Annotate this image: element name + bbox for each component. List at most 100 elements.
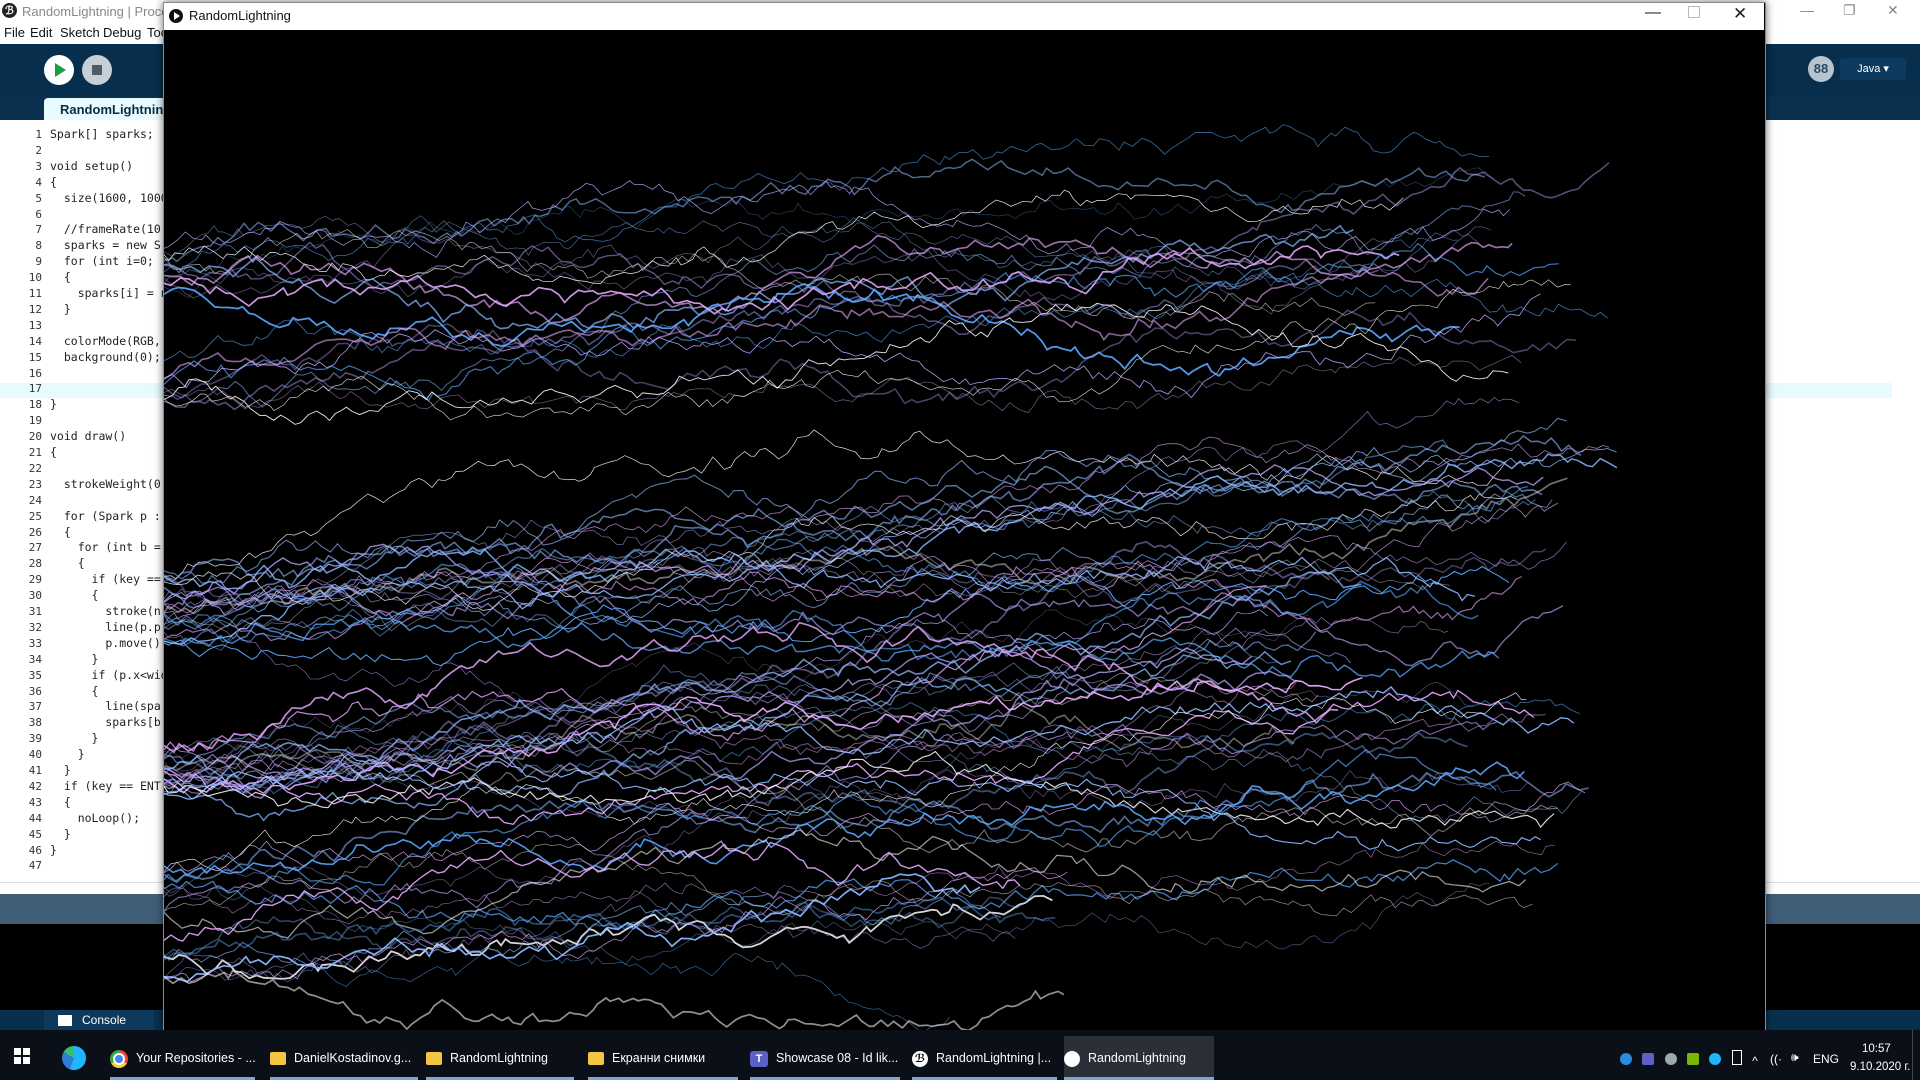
line-number: 28 [28, 557, 42, 571]
line-number: 18 [28, 398, 42, 412]
processing-icon: ℬ [2, 3, 17, 18]
taskbar-item[interactable]: T Showcase 08 - Id lik... [750, 1036, 900, 1080]
code-line: sparks = new S [50, 238, 161, 253]
code-line: line(spa [50, 699, 161, 714]
menu-edit[interactable]: Edit [30, 25, 52, 40]
sketch-titlebar[interactable] [164, 3, 1764, 30]
lightning-bolt [164, 446, 1617, 625]
line-number: 42 [28, 779, 42, 793]
close-icon[interactable]: ✕ [1887, 2, 1899, 19]
line-number: 11 [28, 287, 42, 300]
stop-button[interactable] [82, 55, 112, 85]
taskbar-item[interactable]: Екранни снимки [588, 1036, 738, 1080]
line-number: 22 [28, 461, 42, 475]
taskbar-item-label: DanielKostadinov.g... [294, 1051, 412, 1065]
menu-debug[interactable]: Debug [103, 25, 141, 40]
line-number: 47 [28, 859, 42, 873]
volume-icon[interactable]: 🕪 [1791, 1050, 1799, 1065]
code-line: } [50, 731, 99, 746]
tab-randomlightning[interactable]: RandomLightning [44, 98, 172, 120]
line-number: 20 [28, 430, 42, 444]
line-number: 35 [28, 668, 42, 682]
console-tab[interactable]: Console [44, 1010, 154, 1030]
line-number: 33 [28, 636, 42, 650]
code-line: { [50, 445, 57, 459]
code-line: stroke(n [50, 604, 161, 618]
code-line: { [50, 174, 57, 189]
lightning-bolt [164, 896, 1056, 961]
lightning-bolt [164, 233, 1480, 301]
taskbar-item[interactable]: Your Repositories - ... [110, 1036, 256, 1080]
line-number: 7 [35, 223, 42, 237]
clock-date[interactable]: 9.10.2020 г. [1850, 1061, 1910, 1073]
line-number: 24 [28, 493, 42, 507]
lightning-bolt [164, 272, 1608, 362]
line-number: 10 [28, 271, 42, 285]
line-number: 12 [28, 302, 42, 316]
console-tab-label: Console [82, 1013, 127, 1027]
language-indicator[interactable]: ENG [1813, 1052, 1839, 1066]
sketch-minimize-icon[interactable]: — [1645, 4, 1661, 22]
taskbar-item[interactable]: ℬ RandomLightning |... [912, 1036, 1057, 1080]
code-line: { [50, 524, 71, 539]
clock-time[interactable]: 10:57 [1862, 1043, 1891, 1055]
lightning-bolt [164, 969, 1065, 1030]
lightning-bolt [164, 689, 1535, 826]
code-line: { [50, 270, 71, 285]
line-number: 46 [28, 843, 42, 857]
wifi-icon[interactable]: ((· [1770, 1052, 1782, 1066]
lightning-bolt [164, 309, 1576, 405]
code-line: for (Spark p : [50, 508, 161, 523]
system-tray-icons[interactable]: ^ [1620, 1050, 1780, 1068]
lightning-bolt [164, 167, 1495, 299]
tray-icon [1620, 1053, 1632, 1065]
line-number: 27 [28, 541, 42, 555]
lightning-bolt [164, 650, 1292, 822]
menu-sketch[interactable]: Sketch [60, 25, 100, 40]
lightning-bolt [164, 681, 1474, 818]
taskbar-item-label: RandomLightning [1088, 1051, 1186, 1065]
taskbar-item[interactable]: RandomLightning [426, 1036, 574, 1080]
chrome-icon [110, 1049, 128, 1068]
lightning-bolt [164, 499, 1553, 619]
code-line: } [50, 763, 71, 777]
code-line: { [50, 683, 99, 698]
code-line: { [50, 588, 99, 603]
line-number: 45 [28, 827, 42, 841]
line-number: 4 [35, 175, 42, 189]
play-icon [55, 63, 66, 77]
line-number: 8 [35, 239, 42, 253]
taskbar-item[interactable]: RandomLightning [1064, 1036, 1214, 1080]
code-line: if (p.x<wid [50, 667, 168, 682]
maximize-icon[interactable]: ❐ [1843, 2, 1856, 19]
sketch-maximize-icon [1688, 6, 1700, 18]
menu-file[interactable]: File [4, 25, 25, 40]
folder-icon [270, 1052, 286, 1066]
taskbar-item-label: RandomLightning [450, 1051, 548, 1065]
lightning-bolt [164, 354, 1522, 414]
edge-icon[interactable] [62, 1046, 86, 1070]
taskbar-item[interactable]: DanielKostadinov.g... [270, 1036, 418, 1080]
code-line: } [50, 826, 71, 841]
windows-start-icon[interactable] [14, 1048, 30, 1064]
line-number: 9 [35, 255, 42, 269]
debug-mode-button[interactable]: 88 [1808, 56, 1834, 82]
mode-selector[interactable]: Java ▾ [1840, 58, 1906, 80]
lightning-bolt [164, 417, 1567, 584]
show-desktop-button[interactable] [1912, 1030, 1920, 1080]
line-number: 13 [28, 318, 42, 332]
console-icon [58, 1015, 72, 1027]
lightning-bolt [164, 490, 1559, 632]
code-line: for (int i=0; [50, 254, 154, 269]
stop-icon [92, 65, 102, 75]
line-number: 44 [28, 811, 42, 825]
minimize-icon[interactable]: — [1800, 2, 1814, 18]
run-button[interactable] [44, 55, 74, 85]
line-number: 39 [28, 732, 42, 746]
line-number: 38 [28, 716, 42, 730]
sketch-close-icon[interactable]: ✕ [1733, 4, 1747, 24]
line-number: 23 [28, 477, 42, 491]
editor-vertical-scrollbar[interactable] [1896, 124, 1912, 882]
line-number: 3 [35, 159, 42, 173]
code-line: } [50, 747, 85, 762]
